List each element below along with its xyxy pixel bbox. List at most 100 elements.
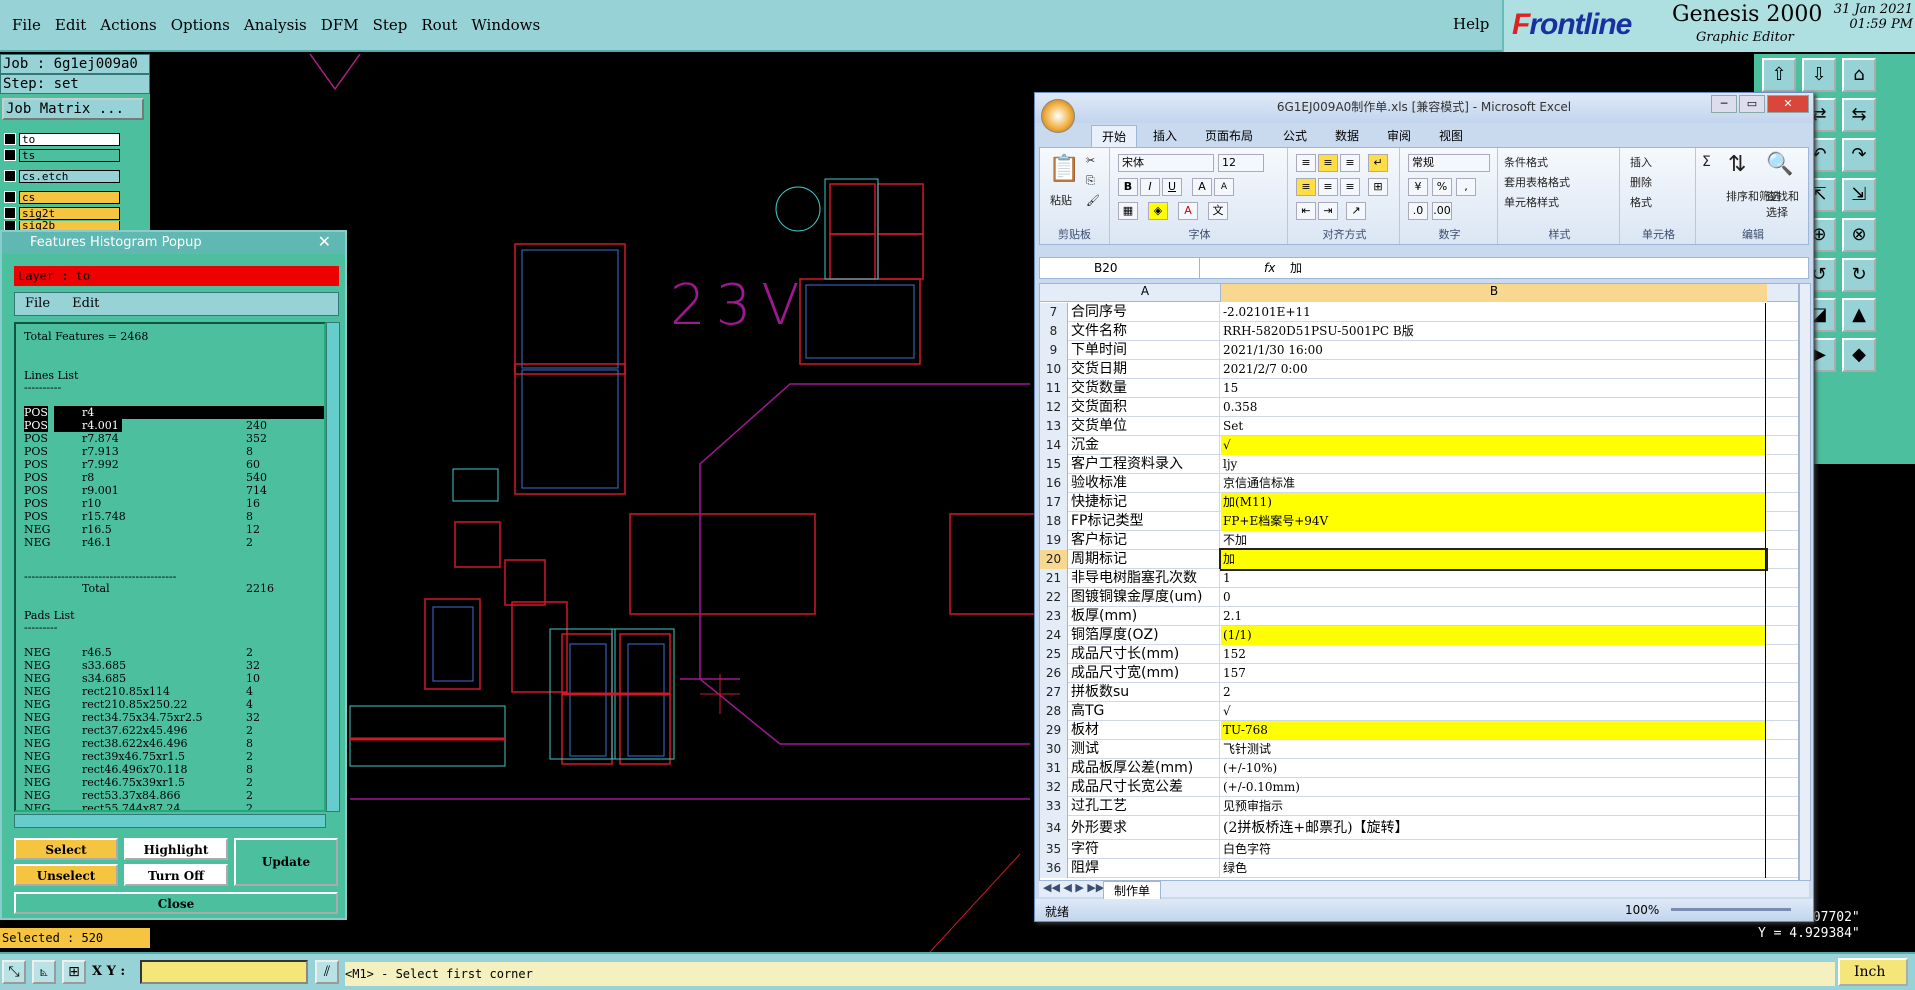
cell-a[interactable]: 验收标准 xyxy=(1070,474,1220,493)
find-icon[interactable]: 🔍 xyxy=(1766,152,1793,177)
sheet-tab[interactable]: 制作单 xyxy=(1103,881,1162,900)
cell-a[interactable]: 外形要求 xyxy=(1070,816,1220,840)
bold-icon[interactable]: B xyxy=(1118,178,1138,196)
close-icon[interactable]: ✕ xyxy=(318,232,331,251)
table-row[interactable]: 12 交货面积 0.358 xyxy=(1040,398,1798,417)
job-matrix-button[interactable]: Job Matrix ... xyxy=(2,98,144,120)
cell-b[interactable]: √ xyxy=(1221,436,1766,455)
cell-a[interactable]: 板厚(mm) xyxy=(1070,607,1220,626)
autosum-icon[interactable]: Σ xyxy=(1702,154,1711,170)
cell-b[interactable]: √ xyxy=(1221,702,1766,721)
row-number[interactable]: 21 xyxy=(1040,569,1068,588)
menu-help[interactable]: Help xyxy=(1453,15,1489,33)
cell-a[interactable]: 交货面积 xyxy=(1070,398,1220,417)
table-row[interactable]: 30 测试 飞针测试 xyxy=(1040,740,1798,759)
row-number[interactable]: 17 xyxy=(1040,493,1068,512)
unit-selector[interactable]: Inch xyxy=(1838,958,1908,986)
table-row[interactable]: 25 成品尺寸长(mm) 152 xyxy=(1040,645,1798,664)
italic-icon[interactable]: I xyxy=(1140,178,1160,196)
cell-a[interactable]: 非导电树脂塞孔次数 xyxy=(1070,569,1220,588)
cell-b[interactable]: 157 xyxy=(1221,664,1766,683)
cell-a[interactable]: 客户标记 xyxy=(1070,531,1220,550)
align-top-icon[interactable]: ≡ xyxy=(1296,154,1316,172)
table-row[interactable]: 18 FP标记类型 FP+E档案号+94V xyxy=(1040,512,1798,531)
align-center-icon[interactable]: ≡ xyxy=(1318,178,1338,196)
row-number[interactable]: 32 xyxy=(1040,778,1068,797)
indent-increase-icon[interactable]: ⇥ xyxy=(1318,202,1338,220)
row-number[interactable]: 35 xyxy=(1040,840,1068,859)
insert-cells-button[interactable]: 插入 xyxy=(1630,154,1652,170)
tool-button[interactable]: ◆ xyxy=(1842,338,1876,372)
tab-view[interactable]: 视图 xyxy=(1439,127,1463,144)
cell-b[interactable]: Set xyxy=(1221,417,1766,436)
cell-b[interactable]: -2.02101E+11 xyxy=(1221,303,1766,322)
grow-font-icon[interactable]: A xyxy=(1192,178,1212,196)
tab-page-layout[interactable]: 页面布局 xyxy=(1205,127,1253,144)
table-row[interactable]: 11 交货数量 15 xyxy=(1040,379,1798,398)
tool-button[interactable]: ▲ xyxy=(1842,298,1876,332)
tab-data[interactable]: 数据 xyxy=(1335,127,1359,144)
table-row[interactable]: 34 外形要求 (2拼板桥连+邮票孔)【旋转】 xyxy=(1040,816,1798,840)
table-row[interactable]: 19 客户标记 不加 xyxy=(1040,531,1798,550)
table-row[interactable]: 21 非导电树脂塞孔次数 1 xyxy=(1040,569,1798,588)
cell-style-button[interactable]: 单元格样式 xyxy=(1504,194,1559,210)
cut-icon[interactable]: ✂ xyxy=(1086,154,1095,167)
cell-a[interactable]: 交货单位 xyxy=(1070,417,1220,436)
horizontal-scrollbar[interactable] xyxy=(14,814,326,828)
function-icon[interactable]: fx xyxy=(1264,258,1275,278)
table-row[interactable]: 26 成品尺寸宽(mm) 157 xyxy=(1040,664,1798,683)
table-row[interactable]: 13 交货单位 Set xyxy=(1040,417,1798,436)
cell-a[interactable]: 客户工程资料录入 xyxy=(1070,455,1220,474)
cell-a[interactable]: 铜箔厚度(OZ) xyxy=(1070,626,1220,645)
histogram-list[interactable]: Total Features = 2468 Lines List -------… xyxy=(14,322,326,812)
row-number[interactable]: 25 xyxy=(1040,645,1068,664)
cell-b[interactable]: 2.1 xyxy=(1221,607,1766,626)
cell-a[interactable]: 字符 xyxy=(1070,840,1220,859)
layer-row[interactable]: to xyxy=(4,132,120,146)
cell-b[interactable]: 见预审指示 xyxy=(1221,797,1766,816)
table-row[interactable]: 32 成品尺寸长宽公差 (+/-0.10mm) xyxy=(1040,778,1798,797)
cell-b[interactable]: 152 xyxy=(1221,645,1766,664)
percent-icon[interactable]: % xyxy=(1432,178,1452,196)
tool-button[interactable]: ↷ xyxy=(1842,138,1876,172)
row-number[interactable]: 15 xyxy=(1040,455,1068,474)
border-icon[interactable]: ▦ xyxy=(1118,202,1138,220)
menu-dfm[interactable]: DFM xyxy=(321,16,359,34)
comma-icon[interactable]: , xyxy=(1456,178,1476,196)
cell-b[interactable]: 1 xyxy=(1221,569,1766,588)
row-number[interactable]: 28 xyxy=(1040,702,1068,721)
xy-input[interactable] xyxy=(140,960,308,984)
tool-button[interactable]: ⇩ xyxy=(1802,58,1836,92)
align-right-icon[interactable]: ≡ xyxy=(1340,178,1360,196)
highlight-button[interactable]: Highlight xyxy=(124,838,228,860)
menu-edit[interactable]: Edit xyxy=(55,16,86,34)
cell-b[interactable]: 2021/2/7 0:00 xyxy=(1221,360,1766,379)
row-number[interactable]: 22 xyxy=(1040,588,1068,607)
cell-a[interactable]: 高TG xyxy=(1070,702,1220,721)
row-number[interactable]: 18 xyxy=(1040,512,1068,531)
orientation-icon[interactable]: ↗ xyxy=(1346,202,1366,220)
cell-b[interactable]: 15 xyxy=(1221,379,1766,398)
column-a-header[interactable]: A xyxy=(1070,284,1221,302)
vertical-scrollbar[interactable] xyxy=(1799,283,1811,881)
column-b-header[interactable]: B xyxy=(1221,284,1767,302)
cell-b[interactable]: (2拼板桥连+邮票孔)【旋转】 xyxy=(1221,816,1766,840)
cell-a[interactable]: 下单时间 xyxy=(1070,341,1220,360)
font-size-select[interactable]: 12 xyxy=(1218,154,1264,172)
cell-b[interactable]: RRH-5820D51PSU-5001PC B版 xyxy=(1221,322,1766,341)
row-number[interactable]: 19 xyxy=(1040,531,1068,550)
cell-a[interactable]: FP标记类型 xyxy=(1070,512,1220,531)
layer-row[interactable]: sig2t xyxy=(4,206,120,220)
zoom-slider[interactable] xyxy=(1671,908,1791,911)
select-button[interactable]: Select xyxy=(14,838,118,860)
conditional-format-button[interactable]: 条件格式 xyxy=(1504,154,1548,170)
format-painter-icon[interactable]: 🖌 xyxy=(1086,194,1100,207)
table-row[interactable]: 31 成品板厚公差(mm) (+/-10%) xyxy=(1040,759,1798,778)
cell-b[interactable]: FP+E档案号+94V xyxy=(1221,512,1766,531)
cell-b[interactable]: 京信通信标准 xyxy=(1221,474,1766,493)
cell-b[interactable]: 加(M11) xyxy=(1221,493,1766,512)
menu-file[interactable]: File xyxy=(12,16,41,34)
copy-icon[interactable]: ⎘ xyxy=(1086,174,1095,188)
cell-a[interactable]: 成品尺寸长宽公差 xyxy=(1070,778,1220,797)
number-format-select[interactable]: 常规 xyxy=(1408,154,1490,172)
